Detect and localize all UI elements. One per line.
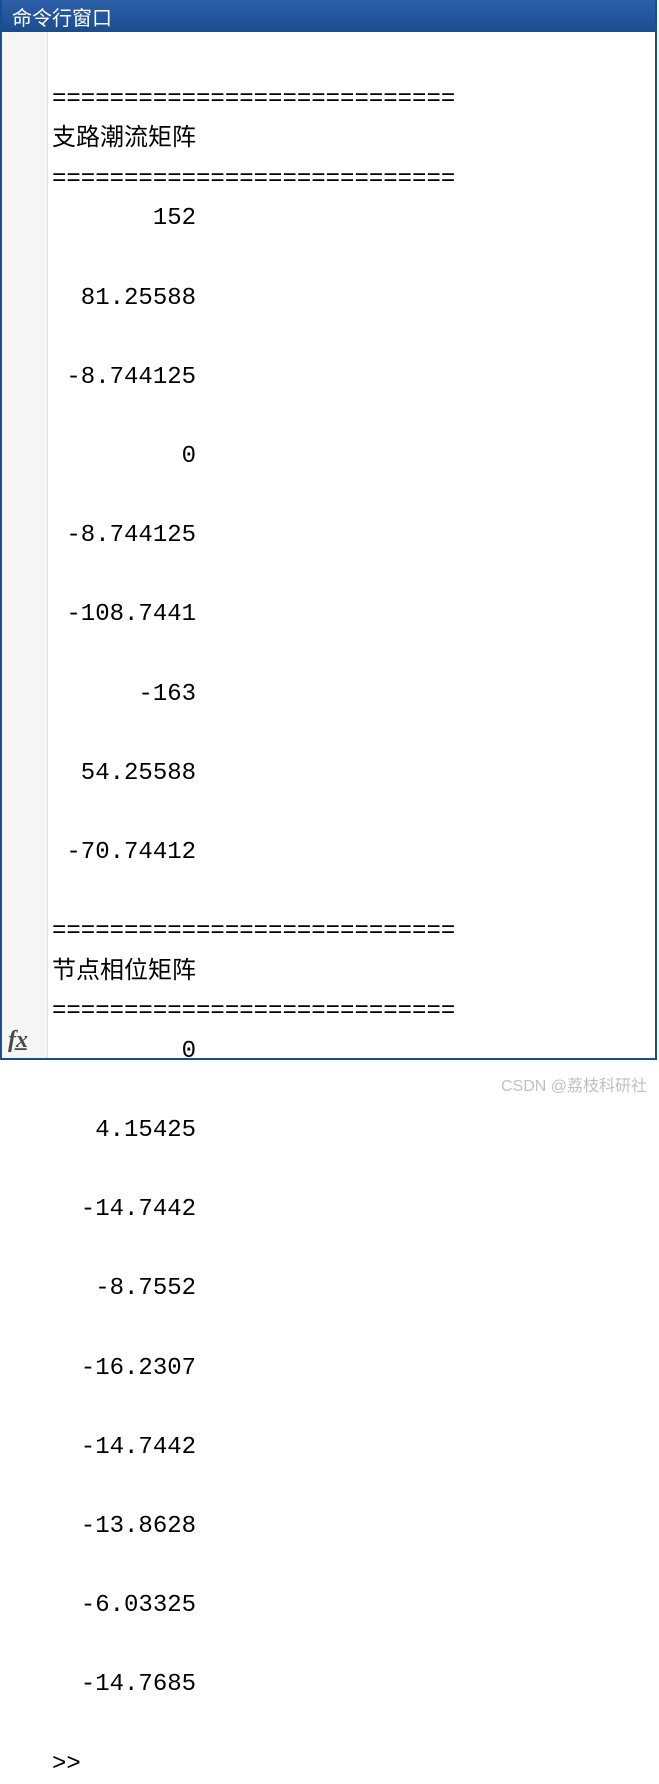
titlebar: 命令行窗口	[2, 0, 655, 32]
output-value: 4.15425	[52, 1111, 651, 1151]
command-window: 命令行窗口 fx̲ ============================ 支…	[0, 0, 657, 1060]
output-value: -14.7685	[52, 1665, 651, 1705]
prompt[interactable]: >>	[52, 1745, 651, 1784]
output-value: -70.74412	[52, 833, 651, 873]
output-value: -163	[52, 675, 651, 715]
output-value: -16.2307	[52, 1349, 651, 1389]
gutter: fx̲	[2, 32, 48, 1058]
output-value: 152	[52, 199, 651, 239]
divider-line: ============================	[52, 998, 455, 1025]
output-value: -6.03325	[52, 1586, 651, 1626]
window-title: 命令行窗口	[12, 2, 112, 31]
command-output[interactable]: ============================ 支路潮流矩阵 ====…	[48, 32, 655, 1058]
section1-title: 支路潮流矩阵	[52, 125, 196, 151]
output-value: -108.7441	[52, 595, 651, 635]
output-value: 0	[52, 1032, 651, 1072]
output-value: -8.744125	[52, 358, 651, 398]
section2-title: 节点相位矩阵	[52, 958, 196, 984]
output-value: 54.25588	[52, 754, 651, 794]
content-wrapper: fx̲ ============================ 支路潮流矩阵 …	[2, 32, 655, 1058]
output-value: -13.8628	[52, 1507, 651, 1547]
divider-line: ============================	[52, 166, 455, 193]
output-value: 0	[52, 437, 651, 477]
output-value: -14.7442	[52, 1190, 651, 1230]
output-value: -8.744125	[52, 516, 651, 556]
divider-line: ============================	[52, 918, 455, 945]
output-value: -14.7442	[52, 1428, 651, 1468]
divider-line: ============================	[52, 86, 455, 113]
watermark: CSDN @荔枝科研社	[501, 1072, 647, 1096]
output-value: 81.25588	[52, 279, 651, 319]
fx-icon[interactable]: fx̲	[8, 1027, 28, 1054]
output-value: -8.7552	[52, 1269, 651, 1309]
